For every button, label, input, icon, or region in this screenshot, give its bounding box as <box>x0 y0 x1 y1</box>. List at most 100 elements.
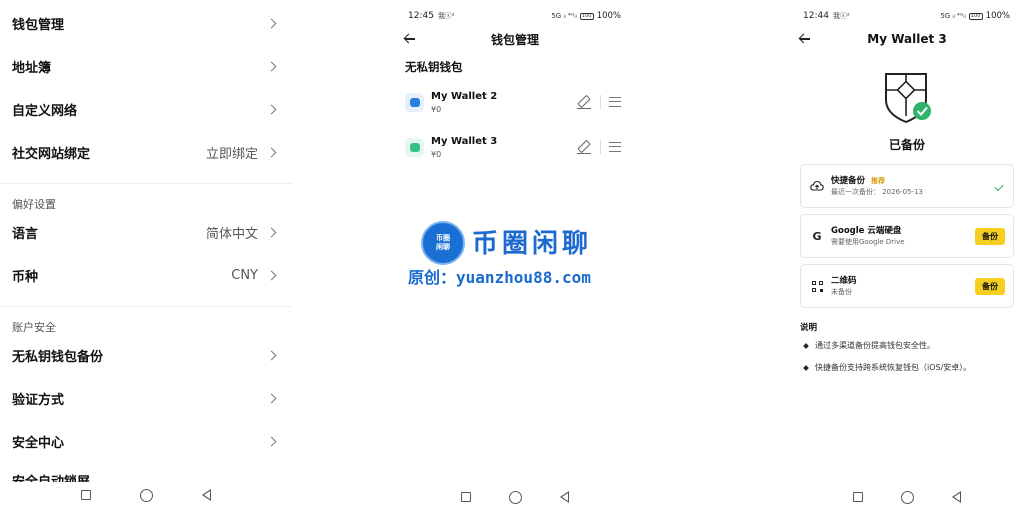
settings-row-language[interactable]: 语言 简体中文 <box>12 220 278 244</box>
row-label: 无私钥钱包备份 <box>12 349 104 365</box>
system-nav-bar <box>790 489 1024 505</box>
chevron-right-icon <box>266 393 277 403</box>
card-subtitle: 最近一次备份： 2026-05-13 <box>831 187 923 196</box>
home-icon[interactable] <box>901 490 914 504</box>
wallet-item[interactable]: My Wallet 3 ¥0 <box>405 132 621 162</box>
settings-row-address-book[interactable]: 地址簿 <box>12 54 278 78</box>
google-icon: G <box>812 229 822 243</box>
row-label: 语言 <box>12 226 39 242</box>
back-arrow-icon[interactable] <box>799 33 811 45</box>
note-item: 快捷备份支持跨系统恢复钱包（iOS/安卓）。 <box>804 362 1016 373</box>
wallet-name: My Wallet 3 <box>431 135 498 147</box>
watermark-subtitle: 原创：yuanzhou88.com <box>408 268 591 287</box>
battery-percent: 100% <box>985 11 1010 21</box>
recommended-badge: 推荐 <box>871 176 886 185</box>
wallet-avatar-icon <box>405 92 424 112</box>
card-title: 快捷备份 <box>831 175 866 186</box>
watermark: 币圈 闲聊 币圈闲聊 原创：yuanzhou88.com <box>408 221 628 287</box>
wallet-name: My Wallet 2 <box>431 90 498 102</box>
home-icon[interactable] <box>509 490 522 504</box>
backup-option-qr-code[interactable]: 二维码 未备份 备份 <box>800 264 1014 308</box>
battery-icon: 100 <box>968 12 983 20</box>
chevron-right-icon <box>266 270 277 280</box>
chevron-right-icon <box>266 436 277 446</box>
status-time: 12:45 <box>408 11 434 21</box>
status-time: 12:44 <box>803 11 829 21</box>
section-title-preferences: 偏好设置 <box>12 198 56 211</box>
recent-apps-icon[interactable] <box>461 492 471 502</box>
divider <box>600 140 601 154</box>
settings-row-keyless-backup[interactable]: 无私钥钱包备份 <box>12 343 278 367</box>
back-triangle-icon[interactable] <box>202 489 211 501</box>
row-value: CNY <box>231 267 258 283</box>
settings-row-partial[interactable]: 安全自动锁屏 <box>12 474 90 482</box>
row-label: 安全中心 <box>12 435 65 451</box>
settings-screen: 钱包管理 地址簿 自定义网络 社交网站绑定 立即绑定 偏好设置 语言 简体中文 … <box>0 0 292 512</box>
card-title: Google 云端硬盘 <box>831 225 902 236</box>
wallet-item[interactable]: My Wallet 2 ¥0 <box>405 87 621 117</box>
backup-button[interactable]: 备份 <box>975 227 1005 245</box>
watermark-logo: 币圈 闲聊 <box>421 221 465 265</box>
wallet-avatar-icon <box>405 137 424 157</box>
section-divider <box>0 306 292 314</box>
chevron-right-icon <box>266 147 277 157</box>
settings-row-social-binding[interactable]: 社交网站绑定 立即绑定 <box>12 140 278 164</box>
section-title-account-security: 账户安全 <box>12 321 56 334</box>
edit-icon[interactable] <box>577 95 591 109</box>
card-body: Google 云端硬盘 需要使用Google Drive <box>831 225 975 248</box>
wallet-backup-screen: 12:44 我ⓢ² 5G ᵢₗ ⁴ᴳᵢₗ 100 100% My Wallet … <box>790 0 1024 512</box>
settings-row-security-center[interactable]: 安全中心 <box>12 429 278 453</box>
signal-icon: 5G ᵢₗ ⁴ᴳᵢₗ <box>940 12 966 20</box>
watermark-title: 币圈闲聊 <box>472 229 593 259</box>
card-body: 二维码 未备份 <box>831 275 975 298</box>
settings-row-wallet-management[interactable]: 钱包管理 <box>12 11 278 35</box>
drag-handle-icon[interactable] <box>609 97 621 107</box>
row-value: 立即绑定 <box>205 146 258 162</box>
wallet-info: My Wallet 3 ¥0 <box>431 135 577 160</box>
notes-title: 说明 <box>800 323 818 333</box>
signal-icon: 5G ᵢₗ ⁴ᴳᵢₗ <box>551 12 577 20</box>
settings-row-custom-network[interactable]: 自定义网络 <box>12 97 278 121</box>
chevron-right-icon <box>266 227 277 237</box>
backup-option-google-drive[interactable]: G Google 云端硬盘 需要使用Google Drive 备份 <box>800 214 1014 258</box>
status-bar: 12:44 我ⓢ² 5G ᵢₗ ⁴ᴳᵢₗ 100 100% <box>803 9 1010 23</box>
section-title-keyless-wallets: 无私钥钱包 <box>405 60 463 74</box>
cloud-upload-icon <box>810 179 824 193</box>
battery-icon: 100 <box>579 12 594 20</box>
note-item: 通过多渠道备份提高钱包安全性。 <box>804 340 1016 351</box>
chevron-right-icon <box>266 61 277 71</box>
row-label: 社交网站绑定 <box>12 146 91 162</box>
settings-row-currency[interactable]: 币种 CNY <box>12 263 278 287</box>
app-header: 钱包管理 <box>395 30 635 48</box>
drag-handle-icon[interactable] <box>609 142 621 152</box>
backup-option-quick[interactable]: 快捷备份 推荐 最近一次备份： 2026-05-13 <box>800 164 1014 208</box>
status-notification-icons: 我ⓢ² <box>437 12 455 20</box>
shield-check-icon <box>882 70 934 124</box>
backup-button[interactable]: 备份 <box>975 277 1005 295</box>
settings-row-verification[interactable]: 验证方式 <box>12 386 278 410</box>
chevron-right-icon <box>266 18 277 28</box>
app-header: My Wallet 3 <box>790 30 1024 48</box>
backup-status-label: 已备份 <box>888 138 925 152</box>
system-nav-bar <box>0 487 292 503</box>
system-nav-bar <box>395 489 635 505</box>
qr-code-icon <box>810 279 824 293</box>
battery-percent: 100% <box>596 11 621 21</box>
chevron-right-icon <box>266 104 277 114</box>
status-right: 5G ᵢₗ ⁴ᴳᵢₗ 100 100% <box>940 11 1010 21</box>
back-arrow-icon[interactable] <box>404 33 416 45</box>
home-icon[interactable] <box>140 488 153 502</box>
back-triangle-icon[interactable] <box>560 491 569 503</box>
recent-apps-icon[interactable] <box>81 490 91 500</box>
divider <box>600 95 601 109</box>
card-subtitle: 未备份 <box>831 287 852 296</box>
wallet-balance: ¥0 <box>431 149 442 159</box>
back-triangle-icon[interactable] <box>952 491 961 503</box>
recent-apps-icon[interactable] <box>853 492 863 502</box>
card-title: 二维码 <box>831 275 857 286</box>
checkmark-icon <box>994 181 1004 191</box>
page-title: My Wallet 3 <box>867 32 947 46</box>
wallet-info: My Wallet 2 ¥0 <box>431 90 577 115</box>
edit-icon[interactable] <box>577 140 591 154</box>
page-title: 钱包管理 <box>490 32 539 47</box>
